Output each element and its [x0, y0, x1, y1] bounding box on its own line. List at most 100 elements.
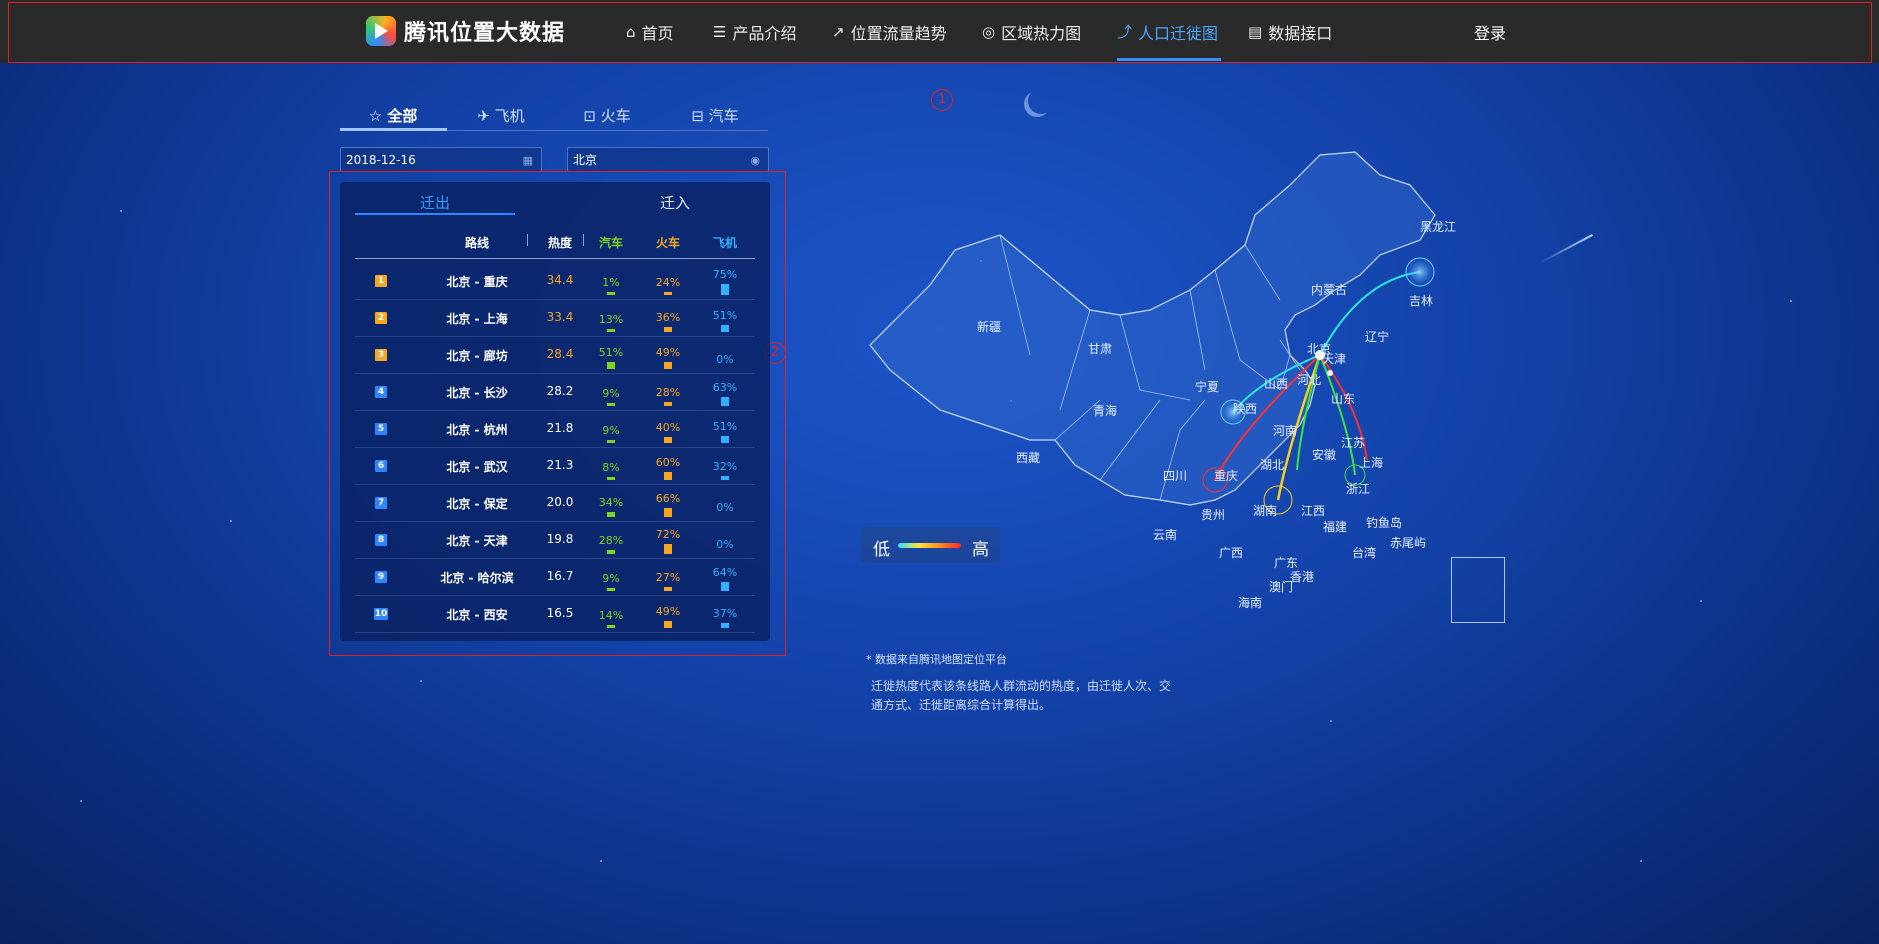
car-share-bar — [607, 292, 615, 295]
train-share-cell: 36% — [648, 299, 688, 336]
map-label-ningxia: 宁夏 — [1195, 380, 1220, 394]
china-migration-map[interactable] — [860, 140, 1520, 640]
table-row[interactable]: 7 北京 - 保定 20.0 34% 66% 0% — [355, 484, 755, 522]
plane-share-value: 64% — [712, 566, 738, 579]
table-row[interactable]: 5 北京 - 杭州 21.8 9% 40% 51% — [355, 410, 755, 448]
plane-share-bar — [721, 325, 729, 332]
table-row[interactable]: 6 北京 - 武汉 21.3 8% 60% 32% — [355, 447, 755, 485]
car-share-cell: 28% — [591, 521, 631, 558]
date-value: 2018-12-16 — [346, 153, 416, 167]
route-name: 北京 - 天津 — [446, 534, 508, 548]
car-share-bar — [607, 329, 615, 332]
star-icon: ☆ — [368, 107, 383, 125]
header-train: 火车 — [655, 236, 680, 250]
car-share-bar — [607, 512, 615, 517]
heat-value: 28.4 — [546, 347, 574, 361]
map-label-chongqing: 重庆 — [1214, 469, 1239, 483]
moon-decoration — [1028, 88, 1054, 114]
car-icon: ⊟ — [691, 107, 704, 125]
nav-product-intro[interactable]: ☰ 产品介绍 — [713, 0, 796, 63]
tab-train[interactable]: ⊡ 火车 — [554, 105, 660, 126]
nav-location-traffic-trend[interactable]: ↗ 位置流量趋势 — [832, 0, 947, 63]
tab-car[interactable]: ⊟ 汽车 — [662, 105, 768, 126]
data-source-note: * 数据来自腾讯地图定位平台 — [866, 653, 1007, 666]
date-picker[interactable]: 2018-12-16 ▦ — [340, 147, 542, 172]
car-share-bar — [607, 588, 615, 591]
brand[interactable]: 腾讯位置大数据 — [366, 14, 565, 48]
plane-share-cell: 75% — [705, 262, 745, 299]
car-share-value: 34% — [598, 496, 624, 509]
map-label-henan: 河南 — [1273, 424, 1298, 438]
train-share-bar — [664, 327, 672, 332]
legend-low-label: 低 — [873, 540, 890, 560]
car-share-cell: 34% — [591, 484, 631, 521]
car-share-cell: 8% — [591, 447, 631, 484]
heat-value: 28.2 — [546, 384, 574, 398]
heat-value: 33.4 — [546, 310, 574, 324]
header-separator — [527, 234, 528, 246]
table-row[interactable]: 10 北京 - 西安 16.5 14% 49% 37% — [355, 595, 755, 633]
car-share-value: 9% — [602, 572, 620, 585]
rank-badge: 4 — [375, 386, 387, 398]
plane-share-cell: 51% — [705, 410, 745, 447]
map-label-hunan: 湖南 — [1253, 504, 1278, 518]
train-share-value: 60% — [655, 456, 681, 469]
nav-location-traffic-trend-label: 位置流量趋势 — [850, 23, 947, 43]
car-share-bar — [607, 477, 615, 480]
table-row[interactable]: 8 北京 - 天津 19.8 28% 72% 0% — [355, 521, 755, 559]
route-name: 北京 - 杭州 — [446, 423, 508, 437]
train-share-bar — [664, 472, 672, 480]
nav-home[interactable]: ⌂ 首页 — [626, 0, 674, 63]
nav-data-api[interactable]: ▤ 数据接口 — [1248, 0, 1332, 63]
table-row[interactable]: 2 北京 - 上海 33.4 13% 36% 51% — [355, 299, 755, 337]
tab-train-label: 火车 — [600, 107, 631, 125]
nav-population-migration[interactable]: ⤴ 人口迁徙图 — [1117, 0, 1218, 63]
rank-badge: 7 — [375, 497, 387, 509]
train-share-value: 49% — [655, 346, 681, 359]
plane-share-bar — [721, 623, 729, 628]
login-link[interactable]: 登录 — [1474, 20, 1506, 44]
map-label-jiangxi: 江西 — [1301, 504, 1326, 518]
train-share-cell: 60% — [648, 447, 688, 484]
car-share-cell: 9% — [591, 558, 631, 595]
nav-area-heatmap[interactable]: ◎ 区域热力图 — [982, 0, 1081, 63]
plane-share-cell: 0% — [705, 521, 745, 558]
annotation-marker-1: 1 — [931, 89, 953, 111]
map-label-anhui: 安徽 — [1312, 448, 1337, 462]
heat-value: 16.7 — [546, 569, 574, 583]
table-row[interactable]: 1 北京 - 重庆 34.4 1% 24% 75% — [355, 262, 755, 300]
heat-value: 21.8 — [546, 421, 574, 435]
plane-share-cell: 64% — [705, 558, 745, 595]
legend-gradient-bar — [898, 543, 961, 548]
train-share-cell: 72% — [648, 521, 688, 558]
train-share-cell: 66% — [648, 484, 688, 521]
route-name: 北京 - 上海 — [446, 312, 508, 326]
meteor-decoration — [1539, 234, 1593, 264]
car-share-cell: 1% — [591, 262, 631, 299]
car-share-bar — [607, 440, 615, 443]
plane-share-bar — [721, 397, 729, 406]
map-label-jiangsu: 江苏 — [1341, 436, 1366, 450]
migration-icon: ⤴ — [1117, 23, 1133, 41]
table-row[interactable]: 4 北京 - 长沙 28.2 9% 28% 63% — [355, 373, 755, 411]
car-share-value: 51% — [598, 346, 624, 359]
car-share-bar — [607, 362, 615, 369]
migration-ranking-panel: 迁出 迁入 路线 热度 汽车 火车 飞机 1 北京 - 重庆 34.4 1% 24% 75… — [340, 182, 770, 641]
rank-badge: 10 — [374, 608, 388, 620]
map-label-jilin: 吉林 — [1409, 294, 1434, 308]
city-selector[interactable]: 北京 ◉ — [567, 147, 769, 172]
car-share-cell: 9% — [591, 410, 631, 447]
tab-all[interactable]: ☆ 全部 — [340, 105, 446, 126]
heat-value: 21.3 — [546, 458, 574, 472]
tab-plane[interactable]: ✈ 飞机 — [448, 105, 554, 126]
table-row[interactable]: 3 北京 - 廊坊 28.4 51% 49% 0% — [355, 336, 755, 374]
tab-move-in[interactable]: 迁入 — [595, 192, 755, 213]
heat-value: 20.0 — [546, 495, 574, 509]
map-label-qinghai: 青海 — [1093, 404, 1118, 418]
route-name: 北京 - 保定 — [446, 497, 508, 511]
table-row[interactable]: 9 北京 - 哈尔滨 16.7 9% 27% 64% — [355, 558, 755, 596]
map-label-hubei: 湖北 — [1260, 458, 1285, 472]
map-label-taiwan: 台湾 — [1352, 546, 1377, 560]
tab-move-out[interactable]: 迁出 — [355, 192, 515, 213]
home-icon: ⌂ — [626, 22, 636, 41]
